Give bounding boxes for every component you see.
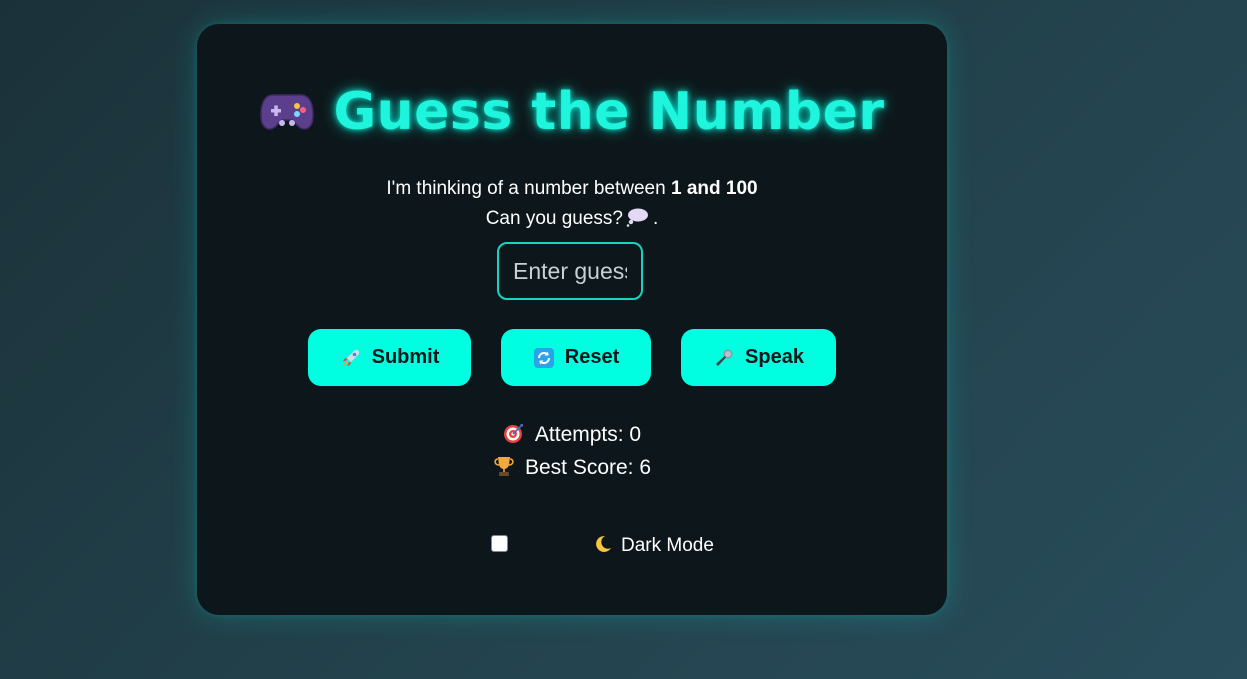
trophy-icon: [494, 457, 514, 476]
dark-mode-text: Dark Mode: [621, 535, 714, 556]
refresh-icon: [533, 347, 554, 368]
target-icon: [503, 424, 523, 443]
intro-suffix: .: [653, 208, 659, 229]
game-controller-icon: [260, 94, 315, 130]
reset-label: Reset: [564, 346, 620, 368]
intro-line-2: Can you guess?.: [197, 204, 947, 234]
thought-bubble-icon: [626, 208, 649, 227]
reset-button[interactable]: Reset: [501, 329, 651, 386]
dark-mode-checkbox[interactable]: [491, 535, 508, 552]
submit-label: Submit: [371, 346, 440, 368]
intro-line-1: I'm thinking of a number between 1 and 1…: [197, 174, 947, 204]
best-score-stat: Best Score: 6: [197, 455, 947, 480]
intro-text: I'm thinking of a number between 1 and 1…: [197, 174, 947, 234]
guess-input[interactable]: [497, 242, 643, 300]
best-score-text: Best Score: 6: [524, 456, 652, 479]
attempts-stat: Attempts: 0: [197, 422, 947, 447]
speak-button[interactable]: Speak: [681, 329, 836, 386]
speak-label: Speak: [745, 346, 804, 368]
intro-range: 1 and 100: [670, 178, 758, 199]
microphone-icon: [716, 349, 733, 366]
submit-button[interactable]: Submit: [308, 329, 471, 386]
intro-prefix: I'm thinking of a number between: [386, 178, 671, 199]
rocket-icon: [342, 349, 359, 366]
dark-mode-label: Dark Mode: [593, 534, 714, 557]
title-text: Guess the Number: [333, 82, 885, 142]
game-card: Guess the Number I'm thinking of a numbe…: [197, 24, 947, 615]
attempts-text: Attempts: 0: [534, 423, 642, 446]
moon-icon: [596, 535, 611, 552]
intro-question: Can you guess?: [485, 208, 624, 229]
page-title: Guess the Number: [197, 82, 947, 142]
